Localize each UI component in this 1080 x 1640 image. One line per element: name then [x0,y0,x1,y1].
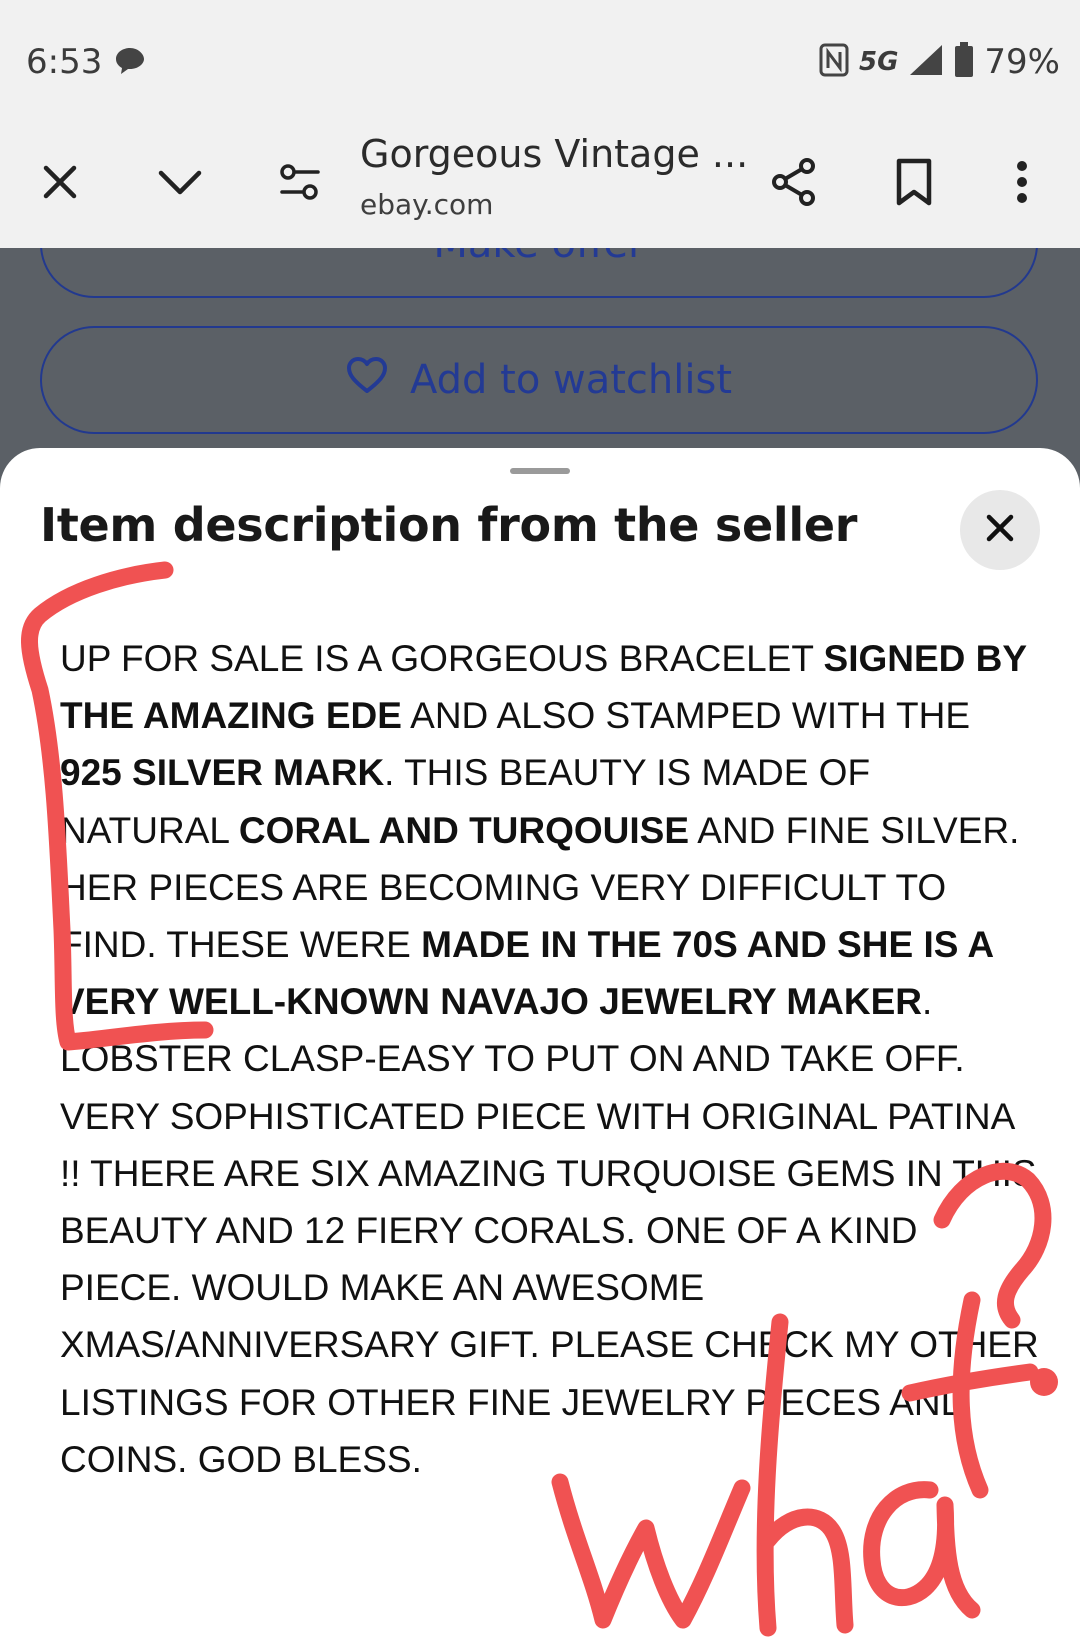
watchlist-label: Add to watchlist [409,357,733,403]
network-type: 5G [858,47,899,77]
make-offer-button[interactable]: Make offer [40,248,1038,298]
heart-icon [346,356,388,404]
share-icon [769,157,819,212]
add-to-watchlist-button[interactable]: Add to watchlist [40,326,1038,434]
page-url: ebay.com [360,188,494,221]
close-icon [985,513,1015,548]
nfc-icon [819,43,849,82]
desc-segment: AND ALSO STAMPED WITH THE [401,695,971,737]
battery-icon [954,41,974,83]
drag-handle[interactable] [510,468,570,474]
battery-percent: 79% [984,42,1060,82]
bookmark-icon [894,158,934,211]
sheet-title: Item description from the seller [40,498,858,552]
more-vertical-icon [1015,160,1029,209]
share-button[interactable] [764,154,824,214]
close-tab-button[interactable] [30,154,90,214]
close-icon [40,162,80,207]
make-offer-label: Make offer [433,248,644,267]
desc-segment-bold: CORAL AND TURQOUISE [238,809,690,851]
desc-segment: . LOBSTER CLASP-EASY TO PUT ON AND TAKE … [60,981,1039,1480]
tune-icon [278,162,322,207]
item-description-text: UP FOR SALE IS A GORGEOUS BRACELET SIGNE… [60,630,1040,1488]
message-notification-icon [114,46,146,81]
site-settings-button[interactable] [270,154,330,214]
status-icons: 5G 79% [819,40,1060,84]
status-time: 6:53 [26,42,103,82]
desc-segment: UP FOR SALE IS A GORGEOUS BRACELET [60,638,824,679]
status-bar: 6:53 5G 79% [0,0,1080,120]
desc-segment-bold: 925 SILVER MARK [60,752,385,794]
item-description-sheet: Item description from the seller UP FOR … [0,448,1080,1640]
sheet-close-button[interactable] [960,490,1040,570]
chevron-down-icon [157,167,203,202]
browser-toolbar: Gorgeous Vintage ... ebay.com [0,120,1080,249]
bookmark-button[interactable] [884,154,944,214]
minimize-button[interactable] [150,154,210,214]
page-title: Gorgeous Vintage ... [360,132,749,176]
more-options-button[interactable] [992,154,1052,214]
signal-icon [908,43,944,82]
